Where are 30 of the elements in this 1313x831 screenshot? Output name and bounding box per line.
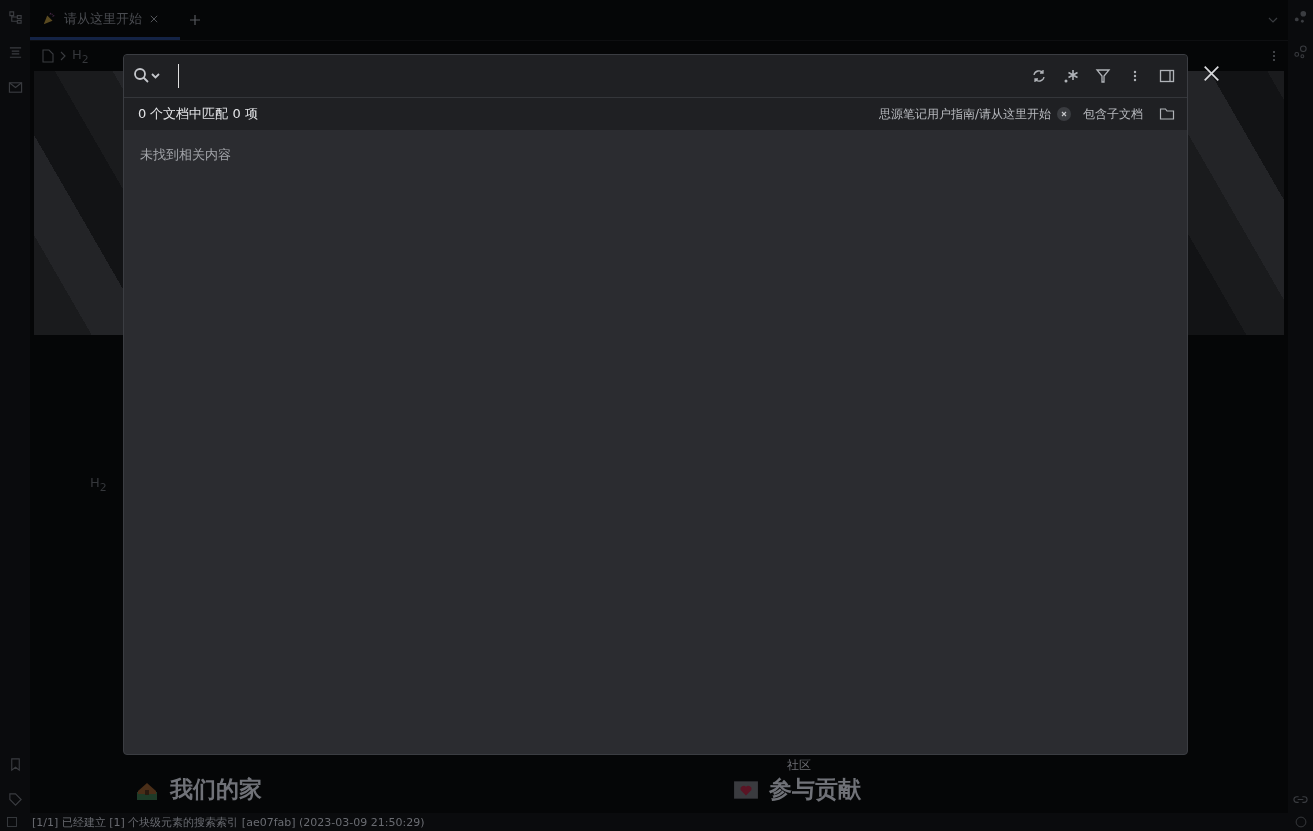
document-tab[interactable]: 请从这里开始	[30, 0, 180, 40]
close-tab-icon[interactable]	[150, 14, 158, 23]
party-popper-icon	[42, 11, 56, 26]
document-icon[interactable]	[42, 49, 54, 63]
graph-icon[interactable]	[1293, 45, 1308, 60]
search-field[interactable]	[124, 55, 1187, 98]
regex-icon[interactable]	[1063, 68, 1079, 84]
match-summary: 0 个文档中匹配 0 项	[138, 105, 258, 123]
include-children-toggle[interactable]: 包含子文档	[1083, 105, 1143, 123]
filter-icon[interactable]	[1095, 68, 1111, 84]
clear-path-icon[interactable]	[1057, 107, 1071, 121]
outline-icon[interactable]	[7, 10, 23, 25]
close-icon[interactable]	[1203, 65, 1220, 82]
new-tab-icon[interactable]	[190, 15, 200, 25]
graph-icon[interactable]	[1293, 10, 1308, 25]
side-panel-icon[interactable]	[1159, 68, 1175, 84]
search-icon[interactable]	[132, 67, 162, 85]
path-filter: 思源笔记用户指南/请从这里开始	[878, 105, 1051, 123]
list-icon[interactable]	[7, 45, 23, 60]
mail-icon[interactable]	[7, 80, 23, 95]
folder-icon[interactable]	[1159, 106, 1175, 122]
community-link[interactable]: 社区	[787, 757, 811, 774]
empty-message: 未找到相关内容	[140, 147, 231, 162]
status-message: [1/1] 已经建立 [1] 个块级元素的搜索索引 [ae07fab] (2023-03-09 21:50:29)	[32, 814, 425, 830]
chevron-down-icon[interactable]	[1268, 17, 1278, 23]
refresh-icon[interactable]	[1031, 68, 1047, 84]
section-heading: 我们的家	[170, 775, 262, 804]
section-heading: 参与贡献	[769, 775, 861, 804]
chevron-right-icon	[60, 51, 66, 61]
tag-icon[interactable]	[7, 792, 23, 807]
